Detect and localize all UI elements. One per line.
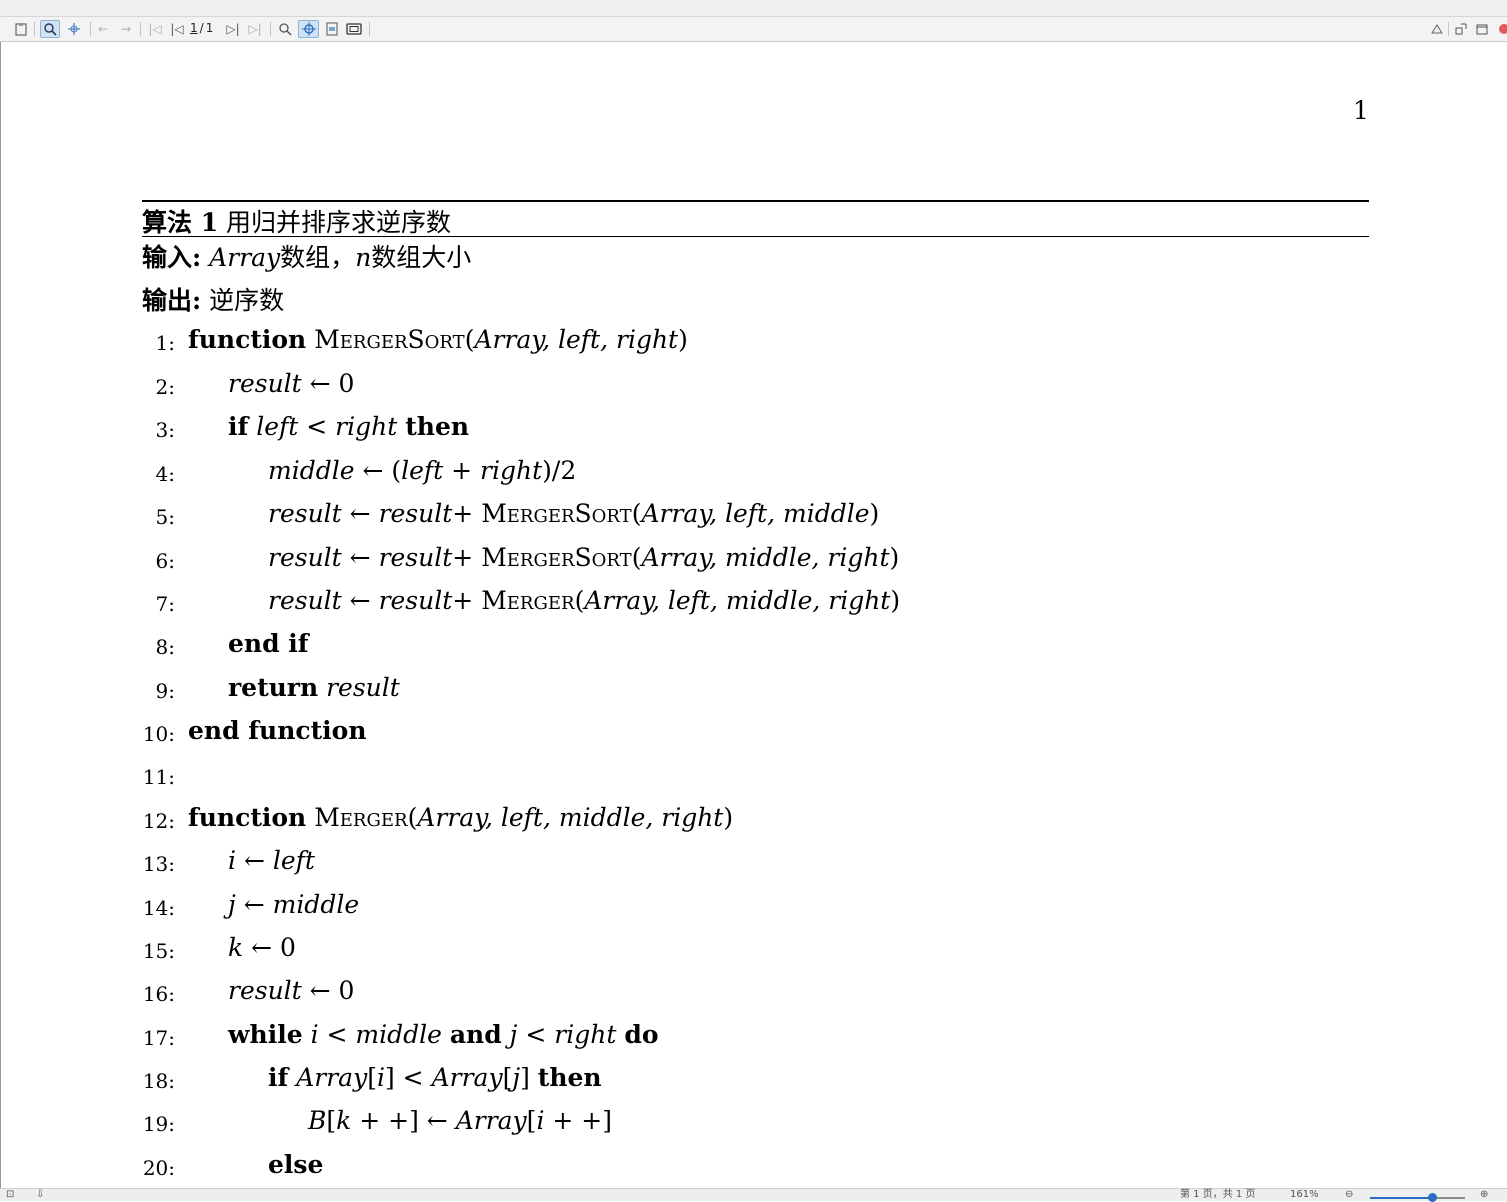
status-bar: ⊡ ⇩ 第 1 页，共 1 页 161% ⊖ ⊕: [0, 1188, 1507, 1202]
code-text: if left < right then: [228, 412, 470, 441]
triangle-up-icon[interactable]: [1428, 20, 1446, 38]
toolbar-separator: [90, 22, 91, 36]
line-number: 13:: [142, 852, 175, 876]
tile-icon[interactable]: [1453, 20, 1469, 38]
viewer-toolbar: ← → |◁ |◁ 1 / 1 ▷| ▷|: [0, 17, 1507, 42]
zoom-slider[interactable]: [1370, 1193, 1465, 1202]
code-text: function MergerSort(Array, left, right): [188, 325, 688, 354]
line-number: 15:: [142, 939, 175, 963]
code-text: function Merger(Array, left, middle, rig…: [188, 803, 734, 832]
line-number: 11:: [142, 765, 175, 789]
code-text: result ← 0: [228, 976, 355, 1005]
input-var-array: Array: [209, 243, 281, 272]
code-text: B[k + +] ← Array[i + +]: [308, 1106, 612, 1135]
code-text: middle ← (left + right)/2: [268, 456, 577, 485]
zoom-slider-fill: [1370, 1197, 1432, 1199]
code-text: j ← middle: [228, 890, 360, 919]
code-text: if Array[i] < Array[j] then: [268, 1063, 602, 1092]
input-label: 输入:: [142, 243, 202, 272]
algorithm-caption: 算法 1 用归并排序求逆序数: [142, 203, 451, 239]
line-number: 14:: [142, 896, 175, 920]
line-number: 8:: [155, 635, 175, 659]
code-text: result ← result+ MergerSort(Array, left,…: [268, 499, 880, 528]
code-text: else: [268, 1150, 324, 1179]
line-number: 3:: [155, 418, 175, 442]
toolbar-separator: [1448, 22, 1449, 36]
input-var-n: n: [355, 243, 372, 272]
page-icon[interactable]: ⊡: [6, 1189, 14, 1201]
line-number: 1:: [155, 331, 175, 355]
output-label: 输出:: [142, 286, 202, 315]
zoom-slider-knob[interactable]: [1428, 1193, 1437, 1202]
code-text: result ← result+ Merger(Array, left, mid…: [268, 586, 901, 615]
code-text: return result: [228, 673, 400, 702]
input-text-array: 数组，: [280, 243, 356, 272]
next-page-icon[interactable]: ▷|: [224, 20, 242, 38]
fullscreen-icon[interactable]: [344, 20, 364, 38]
page-number: 1: [1353, 96, 1369, 125]
fit-width-icon[interactable]: [298, 20, 319, 38]
line-number: 12:: [142, 809, 175, 833]
export-icon[interactable]: ⇩: [36, 1189, 44, 1201]
line-number: 10:: [142, 722, 175, 746]
code-text: i ← left: [228, 846, 315, 875]
document-page: 1 算法 1 用归并排序求逆序数 输入: Array数组，n数组大小 输出: 逆…: [1, 42, 1507, 1188]
zoom-in-icon[interactable]: ⊕: [1480, 1189, 1488, 1201]
first-page-icon[interactable]: |◁: [146, 20, 164, 38]
clipboard-icon[interactable]: [12, 20, 30, 38]
caption-label: 算法 1: [142, 208, 219, 237]
last-page-icon[interactable]: ▷|: [246, 20, 264, 38]
status-zoom: 161%: [1290, 1189, 1319, 1200]
caption-top-rule: [142, 200, 1369, 202]
zoom-icon[interactable]: [40, 20, 60, 38]
magnifier-icon[interactable]: [276, 20, 294, 38]
line-number: 4:: [155, 462, 175, 486]
page-total: 1: [205, 21, 214, 35]
line-number: 7:: [155, 592, 175, 616]
window-top-strip: [0, 0, 1507, 17]
line-number: 19:: [142, 1112, 175, 1136]
caption-text: 用归并排序求逆序数: [218, 208, 452, 237]
output-text: 逆序数: [201, 286, 285, 315]
line-number: 2:: [155, 375, 175, 399]
toolbar-separator: [369, 22, 370, 36]
close-icon[interactable]: [1496, 20, 1507, 38]
zoom-out-icon[interactable]: ⊖: [1345, 1189, 1353, 1201]
pan-icon[interactable]: [64, 20, 84, 38]
code-text: result ← result+ MergerSort(Array, middl…: [268, 543, 900, 572]
page-sep: /: [199, 21, 204, 35]
code-text: end if: [228, 629, 309, 658]
forward-arrow-icon[interactable]: →: [117, 20, 135, 38]
document-viewport[interactable]: 1 算法 1 用归并排序求逆序数 输入: Array数组，n数组大小 输出: 逆…: [0, 42, 1507, 1188]
input-text-n: 数组大小: [371, 243, 472, 272]
line-number: 17:: [142, 1026, 175, 1050]
toolbar-separator: [140, 22, 141, 36]
code-text: result ← 0: [228, 369, 355, 398]
prev-page-icon[interactable]: |◁: [168, 20, 186, 38]
line-number: 6:: [155, 549, 175, 573]
line-number: 18:: [142, 1069, 175, 1093]
output-line: 输出: 逆序数: [142, 281, 284, 317]
line-number: 16:: [142, 982, 175, 1006]
toolbar-separator: [270, 22, 271, 36]
code-text: k ← 0: [228, 933, 296, 962]
line-number: 5:: [155, 505, 175, 529]
code-text: end function: [188, 716, 367, 745]
back-arrow-icon[interactable]: ←: [94, 20, 112, 38]
fit-page-icon[interactable]: [323, 20, 341, 38]
page-indicator[interactable]: 1 / 1: [190, 21, 213, 35]
line-number: 20:: [142, 1156, 175, 1180]
caption-bottom-rule: [142, 236, 1369, 237]
line-number: 9:: [155, 679, 175, 703]
window-icon[interactable]: [1474, 20, 1490, 38]
input-line: 输入: Array数组，n数组大小: [142, 238, 471, 274]
code-text: while i < middle and j < right do: [228, 1020, 659, 1049]
status-page-label: 第 1 页，共 1 页: [1180, 1189, 1256, 1200]
page-current[interactable]: 1: [190, 21, 198, 35]
toolbar-separator: [34, 22, 35, 36]
